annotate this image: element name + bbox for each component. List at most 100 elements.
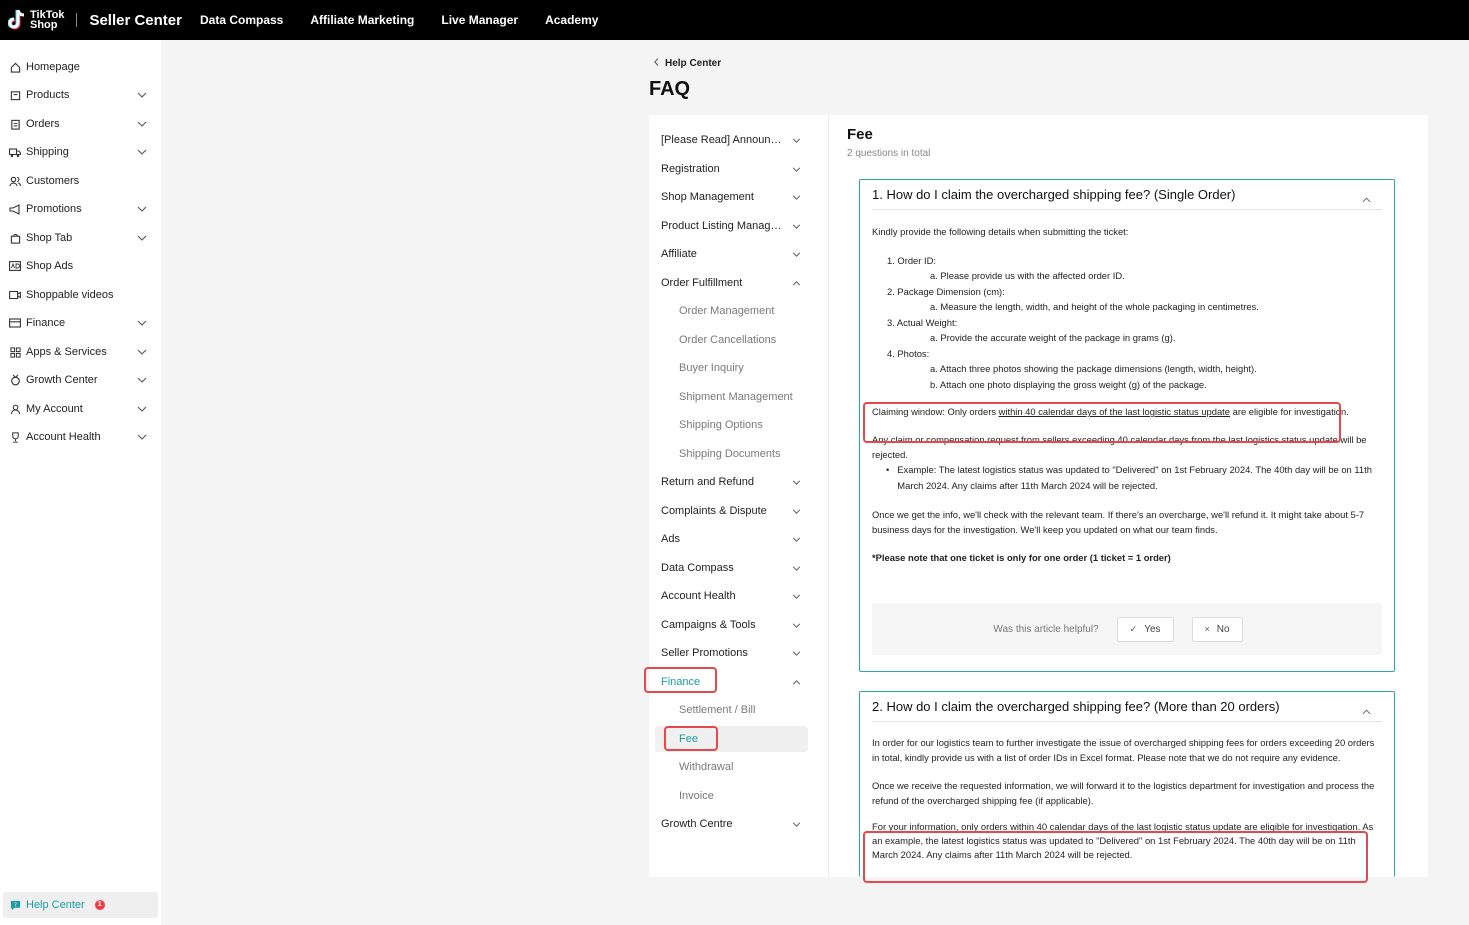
sidebar: Homepage Products Orders Shipping Custom… [0,40,161,925]
category-finance[interactable]: Finance [661,672,811,692]
sidebar-item-growth-center[interactable]: Growth Center [0,369,161,391]
sidebar-item-account-health[interactable]: Account Health [0,426,161,448]
list-subitem: a. Please provide us with the affected o… [930,270,1125,281]
app-title[interactable]: Seller Center [89,12,182,29]
chevron-down-icon[interactable] [133,146,151,158]
text-span: Claiming window: Only orders [872,406,999,417]
help-center-button[interactable]: ? Help Center 1 [3,892,158,918]
close-icon: × [1204,624,1210,634]
example-bullet: • Example: The latest logistics status w… [886,462,1382,494]
sidebar-item-finance[interactable]: Finance [0,312,161,334]
helpful-no-button[interactable]: × No [1191,616,1243,642]
chevron-down-icon[interactable] [133,431,151,443]
category-campaigns-tools[interactable]: Campaigns & Tools [661,615,811,635]
sidebar-item-shop-tab[interactable]: Shop Tab [0,227,161,249]
category-affiliate[interactable]: Affiliate [661,244,811,264]
chevron-up-icon[interactable] [1362,190,1372,203]
chevron-down-icon[interactable] [133,403,151,415]
category-data-compass[interactable]: Data Compass [661,558,811,578]
category-label: Complaints & Dispute [661,505,767,517]
sidebar-item-label: Shop Ads [26,260,74,272]
sidebar-item-shipping[interactable]: Shipping [0,141,161,163]
chevron-down-icon[interactable] [133,346,151,358]
category-label: Return and Refund [661,476,754,488]
helpful-yes-button[interactable]: ✓ Yes [1116,616,1174,642]
sidebar-item-shoppable-videos[interactable]: Shoppable videos [0,284,161,306]
claiming-window-link[interactable]: within 40 calendar days of the last logi… [999,406,1230,417]
back-to-help-center-link[interactable]: Help Center [654,58,721,69]
sidebar-item-my-account[interactable]: My Account [0,398,161,420]
medal-icon [9,374,21,386]
subcategory-fee[interactable]: Fee [679,733,698,745]
chevron-down-icon [790,590,802,602]
paragraph-1: In order for our logistics team to furth… [872,737,1375,763]
sidebar-item-orders[interactable]: Orders [0,113,161,135]
list-subitem: a. Provide the accurate weight of the pa… [930,332,1176,343]
category-label: Campaigns & Tools [661,619,756,631]
tiktok-shop-logo[interactable]: TikTok Shop [7,9,64,31]
sidebar-item-apps-services[interactable]: Apps & Services [0,341,161,363]
subcategory-settlement-bill[interactable]: Settlement / Bill [679,704,755,716]
example-text: Example: The latest logistics status was… [897,464,1372,491]
nav-live-manager[interactable]: Live Manager [441,13,518,27]
clipboard-icon [9,118,21,130]
subcategory-invoice[interactable]: Invoice [679,790,714,802]
sidebar-item-label: Orders [26,118,60,130]
category-ads[interactable]: Ads [661,529,811,549]
list-subitem: a. Measure the length, width, and height… [930,301,1259,312]
trophy-icon [9,431,21,443]
category-account-health[interactable]: Account Health [661,586,811,606]
sidebar-item-label: Shipping [26,146,69,158]
category-product-listing[interactable]: Product Listing Manage... [661,216,811,236]
category-order-fulfillment[interactable]: Order Fulfillment [661,273,811,293]
category-registration[interactable]: Registration [661,159,811,179]
nav-data-compass[interactable]: Data Compass [200,13,283,27]
question-header[interactable]: 1. How do I claim the overcharged shippi… [872,180,1382,210]
ads-icon [9,260,21,272]
requirement-list: 1. Order ID: a. Please provide us with t… [887,253,1382,393]
chevron-down-icon[interactable] [133,118,151,130]
category-label: [Please Read] Announc... [661,134,785,146]
category-shop-management[interactable]: Shop Management [661,187,811,207]
question-title: 2. How do I claim the overcharged shippi… [872,699,1280,714]
sidebar-item-label: Shop Tab [26,232,73,244]
sidebar-item-homepage[interactable]: Homepage [0,56,161,78]
category-return-refund[interactable]: Return and Refund [661,472,811,492]
subcategory-buyer-inquiry[interactable]: Buyer Inquiry [679,362,744,374]
category-seller-promotions[interactable]: Seller Promotions [661,643,811,663]
subcategory-order-cancellations[interactable]: Order Cancellations [679,334,776,346]
chevron-down-icon [790,562,802,574]
section-title: Fee [847,126,873,143]
box-icon [9,89,21,101]
sidebar-item-products[interactable]: Products [0,84,161,106]
no-label: No [1216,623,1230,635]
question-header[interactable]: 2. How do I claim the overcharged shippi… [872,692,1382,722]
faq-question-1: 1. How do I claim the overcharged shippi… [859,179,1395,672]
chevron-down-icon[interactable] [133,374,151,386]
sidebar-item-promotions[interactable]: Promotions [0,198,161,220]
sidebar-item-label: Homepage [26,61,80,73]
subcategory-shipping-documents[interactable]: Shipping Documents [679,448,781,460]
category-complaints-dispute[interactable]: Complaints & Dispute [661,501,811,521]
category-label: Ads [661,533,680,545]
home-icon [9,61,21,73]
category-announcements[interactable]: [Please Read] Announc... [661,130,811,150]
chevron-up-icon[interactable] [1362,702,1372,715]
chevron-down-icon [790,220,802,232]
nav-affiliate-marketing[interactable]: Affiliate Marketing [310,13,414,27]
chevron-down-icon[interactable] [133,203,151,215]
sidebar-item-customers[interactable]: Customers [0,170,161,192]
sidebar-item-shop-ads[interactable]: Shop Ads [0,255,161,277]
subcategory-withdrawal[interactable]: Withdrawal [679,761,733,773]
helpful-feedback: Was this article helpful? ✓ Yes × No [872,603,1382,655]
list-subitem: a. Attach three photos showing the packa… [930,363,1257,374]
chevron-down-icon[interactable] [133,232,151,244]
subcategory-order-management[interactable]: Order Management [679,305,774,317]
chevron-down-icon[interactable] [133,317,151,329]
claiming-window-link[interactable]: within 40 calendar days of the last logi… [1010,821,1241,832]
subcategory-shipping-options[interactable]: Shipping Options [679,419,763,431]
category-growth-centre[interactable]: Growth Centre [661,814,811,834]
nav-academy[interactable]: Academy [545,13,598,27]
subcategory-shipment-management[interactable]: Shipment Management [679,391,793,403]
chevron-down-icon[interactable] [133,89,151,101]
